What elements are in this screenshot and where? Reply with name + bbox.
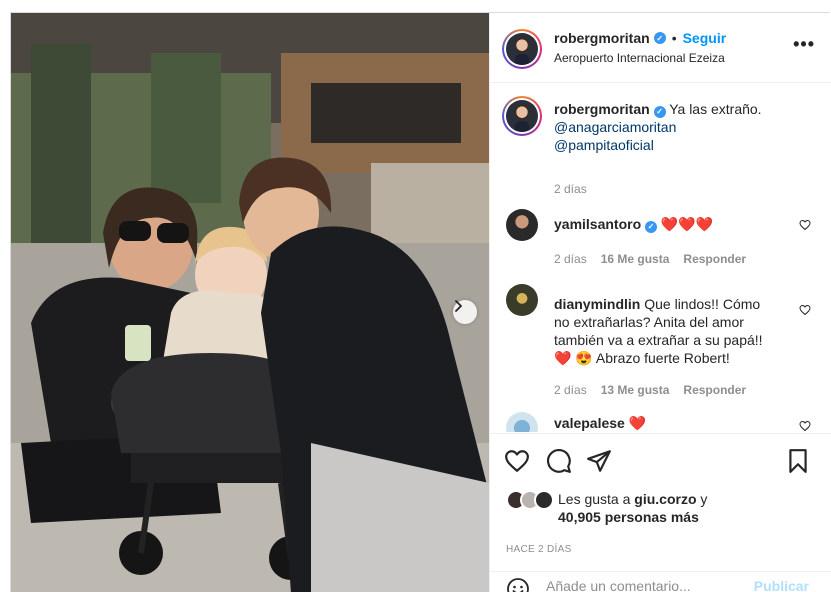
publish-button[interactable]: Publicar [754, 578, 809, 592]
author-username[interactable]: robergmoritan [554, 30, 650, 46]
comments-list[interactable]: robergmoritan ✓ Ya las extraño. @anagarc… [490, 84, 831, 432]
liker-avatars[interactable] [506, 490, 558, 512]
separator-dot: • [671, 30, 677, 46]
bookmark-icon[interactable] [785, 448, 811, 474]
heart-icon[interactable] [504, 448, 530, 474]
likes-summary: Les gusta a giu.corzo y 40,905 personas … [506, 490, 707, 526]
next-arrow-icon [455, 300, 462, 312]
comment-input[interactable] [546, 578, 746, 592]
add-comment-bar: Publicar [490, 571, 831, 592]
post-header: robergmoritan ✓ • Seguir Aeropuerto Inte… [490, 13, 831, 83]
reply-button[interactable]: Responder [683, 383, 746, 397]
post-frame: robergmoritan ✓ • Seguir Aeropuerto Inte… [10, 12, 831, 592]
post-time[interactable]: HACE 2 DÍAS [506, 544, 572, 555]
caption-avatar[interactable] [502, 96, 542, 136]
comment-likes[interactable]: 16 Me gusta [601, 252, 670, 266]
likes-prefix: Les gusta a [558, 491, 631, 507]
comment-like-heart-icon[interactable] [799, 219, 811, 231]
comment-like-heart-icon[interactable] [799, 304, 811, 316]
mention-link[interactable]: @pampitaoficial [554, 136, 794, 154]
post-actions: Les gusta a giu.corzo y 40,905 personas … [490, 433, 831, 592]
verified-badge-icon: ✓ [645, 221, 658, 233]
comment-meta: 2 días 16 Me gusta Responder [554, 252, 746, 266]
comment-likes[interactable]: 13 Me gusta [601, 383, 670, 397]
follow-button[interactable]: Seguir [683, 30, 727, 46]
reply-button[interactable]: Responder [683, 252, 746, 266]
comment-body: ❤️ [628, 415, 647, 431]
more-options-icon[interactable]: ••• [793, 35, 815, 53]
caption-text: robergmoritan ✓ Ya las extraño. @anagarc… [554, 100, 794, 154]
commenter-avatar[interactable] [506, 284, 538, 316]
likes-text: Les gusta a giu.corzo y 40,905 personas … [558, 490, 707, 526]
post-side-panel: robergmoritan ✓ • Seguir Aeropuerto Inte… [489, 13, 831, 592]
verified-badge-icon: ✓ [653, 106, 666, 118]
commenter-avatar[interactable] [506, 209, 538, 241]
comment-text: yamilsantoro ✓ ❤️❤️❤️ [554, 215, 794, 233]
comment-time[interactable]: 2 días [554, 383, 587, 397]
share-icon[interactable] [586, 448, 612, 474]
comment-body: ❤️❤️❤️ [660, 216, 714, 232]
comment-icon[interactable] [546, 448, 572, 474]
likes-count[interactable]: 40,905 personas más [558, 509, 699, 525]
author-avatar[interactable] [502, 29, 542, 69]
caption-username[interactable]: robergmoritan [554, 101, 650, 117]
photo-illustration [11, 13, 489, 592]
comment-text: valepalese ❤️ [554, 414, 794, 432]
liker-username[interactable]: giu.corzo [634, 491, 696, 507]
caption-time[interactable]: 2 días [554, 182, 587, 196]
header-user-line: robergmoritan ✓ • Seguir [554, 30, 726, 46]
caption-meta: 2 días [554, 182, 587, 196]
verified-badge-icon: ✓ [653, 32, 666, 44]
comment-username[interactable]: yamilsantoro [554, 216, 641, 232]
post-location[interactable]: Aeropuerto Internacional Ezeiza [554, 51, 725, 65]
comment-meta: 2 días 13 Me gusta Responder [554, 383, 746, 397]
comment-like-heart-icon[interactable] [799, 420, 811, 432]
liker-avatar [534, 490, 554, 510]
mention-link[interactable]: @anagarciamoritan [554, 118, 794, 136]
comment-text: dianymindlin Que lindos!! Cómo no extrañ… [554, 295, 774, 367]
likes-conj: y [700, 491, 708, 507]
commenter-avatar[interactable] [506, 412, 538, 432]
caption-body: Ya las extraño. [669, 101, 762, 117]
post-photo[interactable] [11, 13, 489, 592]
comment-time[interactable]: 2 días [554, 252, 587, 266]
comment-username[interactable]: valepalese [554, 415, 625, 431]
next-photo-button[interactable] [453, 300, 477, 324]
comment-username[interactable]: dianymindlin [554, 296, 640, 312]
emoji-icon[interactable] [506, 577, 530, 592]
